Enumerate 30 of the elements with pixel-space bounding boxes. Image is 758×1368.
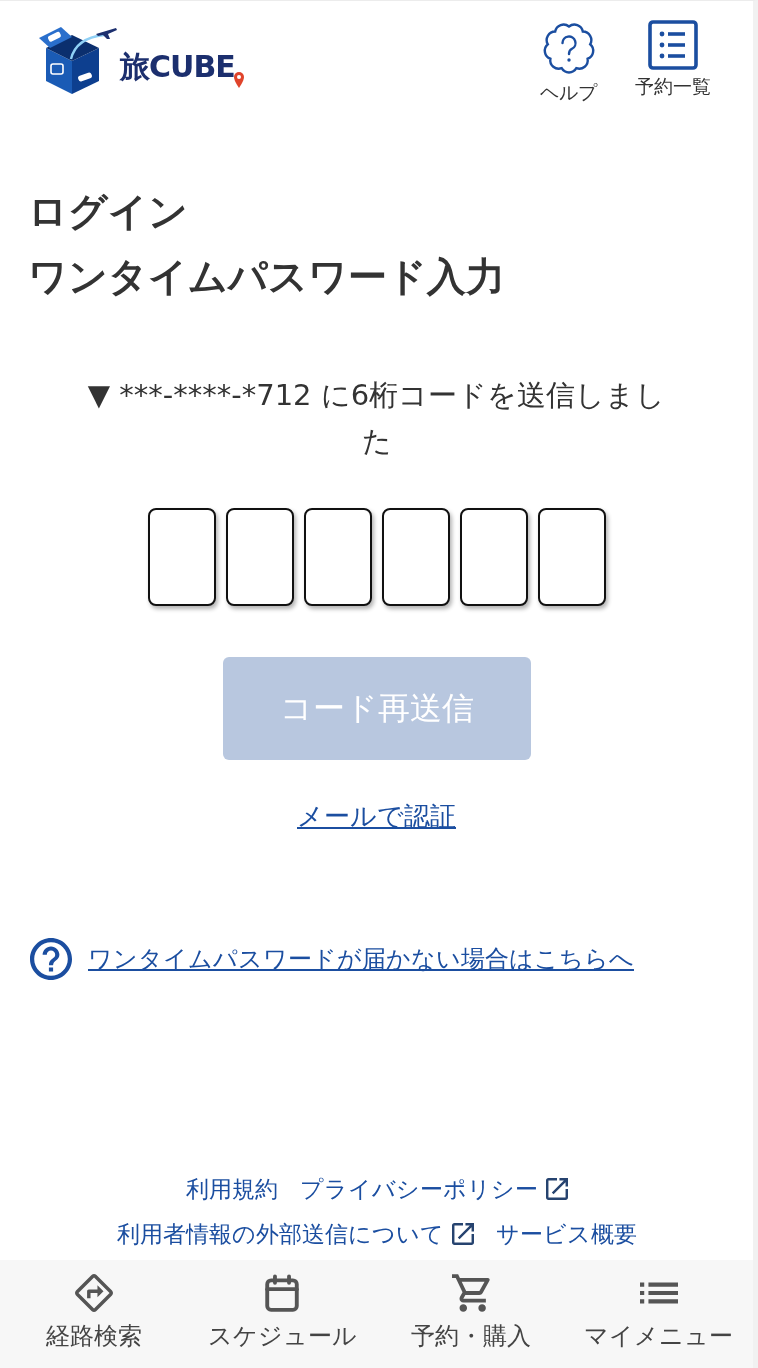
directions-sign-icon [75,1274,114,1312]
page-title: ログイン [28,188,189,236]
footer-link[interactable]: サービス概要 [495,1218,637,1249]
list-icon [648,20,698,70]
reservation-list-button[interactable]: 予約一覧 [635,20,711,98]
nav-tab[interactable]: スケジュール [188,1260,377,1368]
help-link[interactable]: ワンタイムパスワードが届かない場合はこちらへ [88,943,634,975]
code-digit-field[interactable] [537,508,606,606]
code-digit-field[interactable] [303,508,372,606]
nav-tab[interactable]: 経路検索 [0,1260,189,1368]
nav-tab[interactable]: 予約・購入 [376,1260,565,1368]
external-link-icon [545,1177,568,1200]
code-digit-field[interactable] [147,508,216,606]
code-digit-field[interactable] [381,508,450,606]
logo-wordmark: 旅CUBE [120,50,235,84]
page-subtitle: ワンタイムパスワード入力 [28,253,506,301]
cart-icon [451,1274,490,1312]
code-digit-field[interactable] [459,508,528,606]
map-pin-icon [233,72,244,88]
cube-logo-icon [38,24,118,96]
help-button[interactable]: ヘルプ [540,20,597,104]
calendar-icon [263,1274,302,1312]
code-digit-field[interactable] [225,508,294,606]
external-link-icon [451,1222,474,1245]
code-sent-message: ▼ ***-****-*712 に6桁コードを送信しました [86,377,667,460]
footer-link[interactable]: 利用者情報の外部送信について [116,1218,474,1249]
footer-link[interactable]: プライバシーポリシー [299,1173,568,1204]
footer-link[interactable]: 利用規約 [185,1173,278,1204]
email-verify-link[interactable]: メールで認証 [297,798,456,834]
nav-tab[interactable]: マイメニュー [564,1260,753,1368]
